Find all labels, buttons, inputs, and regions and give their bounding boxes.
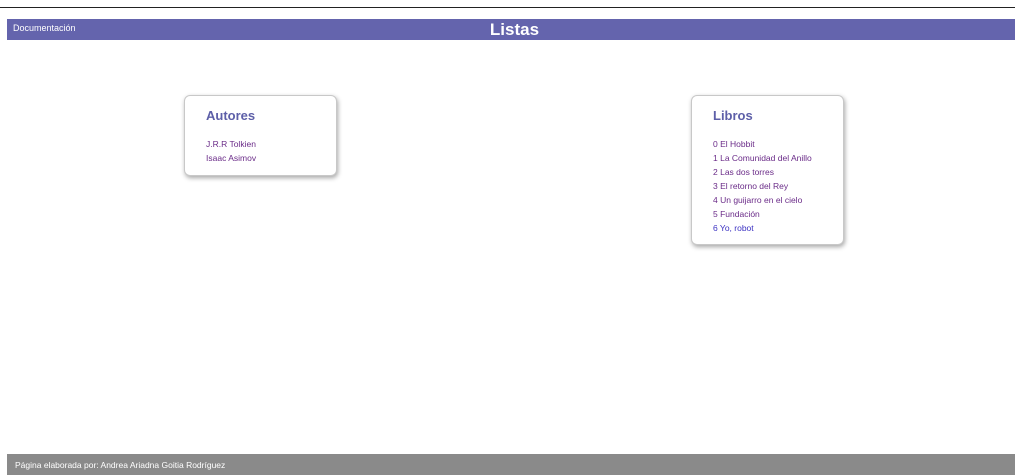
author-item[interactable]: J.R.R Tolkien xyxy=(206,137,336,151)
footer-credit: Página elaborada por: Andrea Ariadna Goi… xyxy=(15,460,226,470)
books-list: 0 El Hobbit 1 La Comunidad del Anillo 2 … xyxy=(713,137,843,235)
footer-bar: Página elaborada por: Andrea Ariadna Goi… xyxy=(7,454,1015,475)
book-item[interactable]: 4 Un guijarro en el cielo xyxy=(713,193,843,207)
header-bar: Listas Documentación xyxy=(7,19,1015,40)
author-item[interactable]: Isaac Asimov xyxy=(206,151,336,165)
books-card: Libros 0 El Hobbit 1 La Comunidad del An… xyxy=(691,95,844,245)
authors-card: Autores J.R.R Tolkien Isaac Asimov xyxy=(184,95,337,176)
book-item[interactable]: 5 Fundación xyxy=(713,207,843,221)
authors-list: J.R.R Tolkien Isaac Asimov xyxy=(206,137,336,165)
book-item[interactable]: 3 El retorno del Rey xyxy=(713,179,843,193)
book-item[interactable]: 0 El Hobbit xyxy=(713,137,843,151)
documentation-link[interactable]: Documentación xyxy=(13,23,76,33)
authors-card-title: Autores xyxy=(206,108,256,123)
page-title: Listas xyxy=(489,20,540,39)
top-divider xyxy=(0,7,1015,8)
book-item[interactable]: 2 Las dos torres xyxy=(713,165,843,179)
book-item-active[interactable]: 6 Yo, robot xyxy=(713,221,843,235)
books-card-title: Libros xyxy=(713,108,753,123)
book-item[interactable]: 1 La Comunidad del Anillo xyxy=(713,151,843,165)
